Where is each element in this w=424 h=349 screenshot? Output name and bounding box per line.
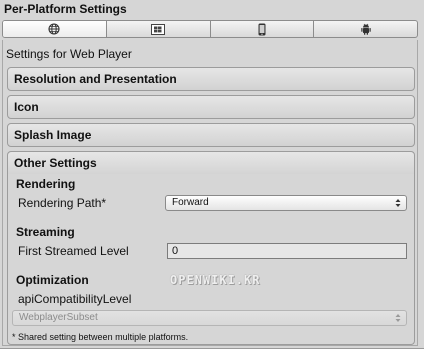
tab-ios[interactable]	[211, 21, 315, 37]
section-other-settings: Other Settings Rendering Rendering Path*…	[7, 151, 415, 345]
globe-icon	[48, 23, 60, 35]
mobile-phone-icon	[258, 23, 266, 36]
select-arrows-icon	[395, 199, 401, 207]
rendering-path-select[interactable]: Forward	[165, 195, 407, 211]
settings-for-label: Settings for Web Player	[6, 47, 132, 61]
tab-web-player[interactable]	[3, 21, 107, 37]
watermark: OPENWIKI.KR	[170, 273, 261, 287]
windows-icon	[151, 23, 166, 35]
shared-setting-footnote: * Shared setting between multiple platfo…	[12, 332, 189, 342]
panel-title: Per-Platform Settings	[4, 2, 127, 16]
rendering-path-value: Forward	[172, 197, 209, 208]
section-title: Other Settings	[14, 156, 97, 170]
streaming-heading: Streaming	[16, 225, 75, 239]
first-streamed-level-field[interactable]: 0	[167, 243, 407, 259]
section-resolution-and-presentation[interactable]: Resolution and Presentation	[7, 67, 415, 91]
optimization-heading: Optimization	[16, 273, 89, 287]
android-icon	[360, 23, 371, 35]
other-settings-header[interactable]: Other Settings	[8, 152, 414, 174]
section-title: Resolution and Presentation	[14, 72, 177, 86]
rendering-path-label: Rendering Path*	[18, 196, 107, 210]
api-compatibility-level-value: WebplayerSubset	[19, 312, 98, 323]
rendering-heading: Rendering	[16, 177, 76, 191]
section-title: Splash Image	[14, 128, 92, 142]
tab-android[interactable]	[314, 21, 417, 37]
select-arrows-icon	[395, 314, 401, 322]
section-icon[interactable]: Icon	[7, 95, 415, 119]
platform-tab-bar	[2, 20, 418, 38]
per-platform-settings-panel: Per-Platform Settings Settings for Web P…	[0, 0, 424, 349]
first-streamed-level-label: First Streamed Level	[18, 244, 129, 258]
api-compatibility-level-select[interactable]: WebplayerSubset	[12, 310, 407, 326]
api-compatibility-level-label: apiCompatibilityLevel	[18, 292, 132, 306]
section-splash-image[interactable]: Splash Image	[7, 123, 415, 147]
section-title: Icon	[14, 100, 39, 114]
tab-standalone[interactable]	[107, 21, 211, 37]
